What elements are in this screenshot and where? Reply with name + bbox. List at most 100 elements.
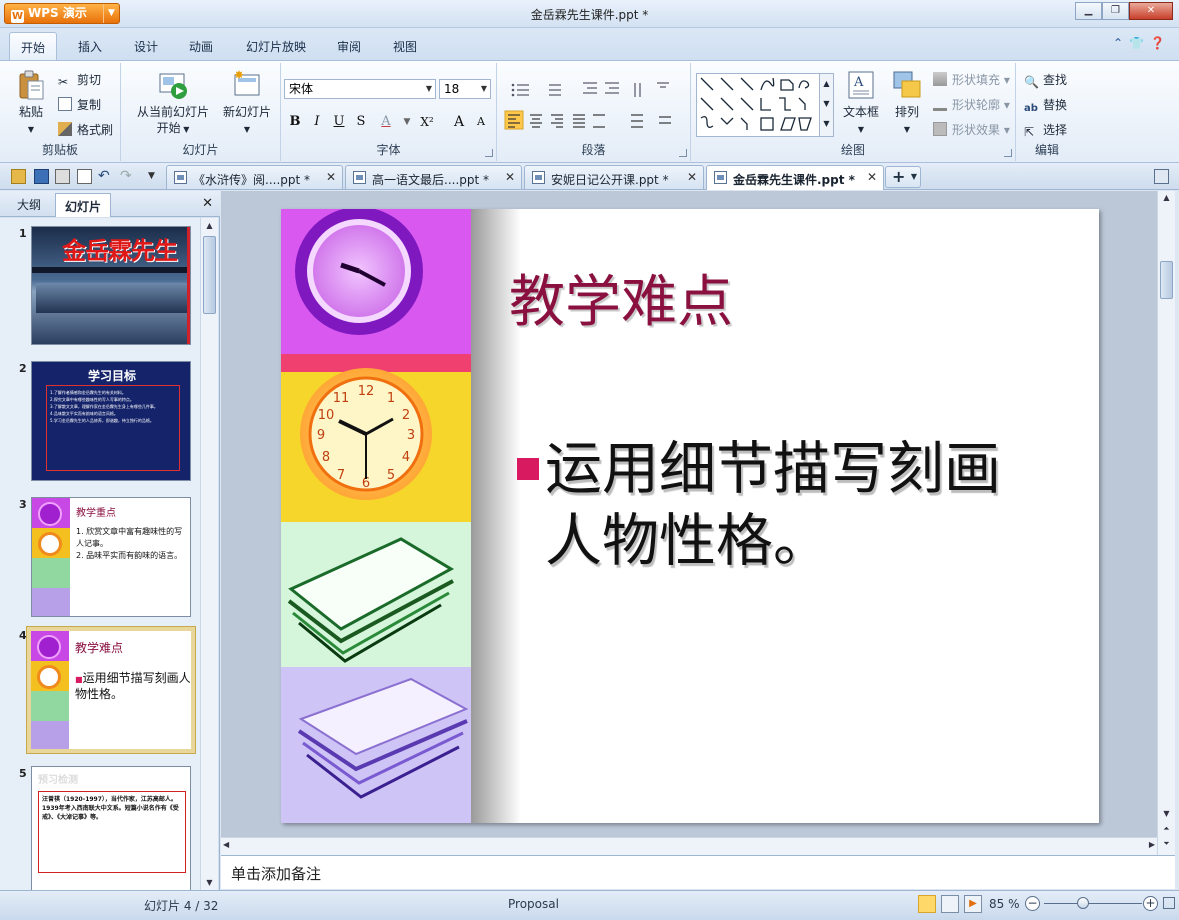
minimize-button[interactable]: ▁ <box>1075 2 1102 20</box>
maximize-button[interactable]: ❐ <box>1102 2 1129 20</box>
slide-sorter-view-icon[interactable] <box>941 895 959 913</box>
slide-thumbnail-4-selected[interactable]: 教学难点 ■运用细节描写刻画人物性格。 <box>27 627 195 753</box>
superscript-button[interactable]: X² <box>417 112 437 132</box>
drawing-dialog-launcher-icon[interactable] <box>1004 149 1012 157</box>
close-icon[interactable]: ✕ <box>326 170 336 184</box>
italic-button[interactable]: I <box>307 112 327 132</box>
copy-button[interactable]: 复制 <box>58 96 101 113</box>
copy-label: 复制 <box>77 98 102 112</box>
cut-button[interactable]: ✂ 剪切 <box>58 71 101 89</box>
close-icon[interactable]: ✕ <box>867 170 877 184</box>
font-color-button[interactable]: A <box>376 112 396 132</box>
tab-animation[interactable]: 动画 <box>189 38 213 55</box>
clocks-and-books-image: 1269 3 1245 781011 <box>281 209 471 823</box>
slideshow-view-icon[interactable]: ▶ <box>964 895 982 913</box>
ribbon: 粘贴 ▼ ✂ 剪切 复制 格式刷 剪贴板 从当前幻灯片 开始 ▼ ✸ 新幻灯片 … <box>0 60 1179 163</box>
font-size-select[interactable]: 18 ▼ <box>439 79 491 99</box>
doc-tab[interactable]: 《水浒传》阅....ppt * ✕ <box>166 165 343 189</box>
customize-toolbar-icon[interactable]: ▼ <box>148 169 163 184</box>
panel-tabs: 大纲 幻灯片 ✕ <box>0 191 220 217</box>
slide-body[interactable]: 运用细节描写刻画 人物性格。 <box>517 433 1077 577</box>
tab-slideshow[interactable]: 幻灯片放映 <box>246 38 306 55</box>
notes-pane[interactable]: 单击添加备注 <box>221 855 1175 889</box>
slide-title[interactable]: 教学难点 <box>509 257 733 338</box>
close-button[interactable]: ✕ <box>1129 2 1173 20</box>
shapes-gallery[interactable]: ▲ ▼ ▼ <box>696 73 834 137</box>
slide-thumbnail-5[interactable]: 预习检测 汪曾祺（1920-1997），当代作家，江苏高邮人。1939年考入西南… <box>31 766 191 891</box>
close-icon[interactable]: ✕ <box>505 170 515 184</box>
close-icon[interactable]: ✕ <box>202 196 213 211</box>
restore-tabs-icon[interactable] <box>1154 169 1169 184</box>
scroll-up-icon[interactable]: ▲ <box>1159 193 1174 207</box>
thumb-bullet: 运用细节描写刻画人物性格。 <box>75 671 191 701</box>
doc-tab[interactable]: 安妮日记公开课.ppt * ✕ <box>524 165 704 189</box>
tab-slides[interactable]: 幻灯片 <box>55 193 112 217</box>
scroll-thumb[interactable] <box>1160 261 1173 299</box>
tab-outline[interactable]: 大纲 <box>17 196 41 213</box>
find-button[interactable]: 🔍 查找 <box>1024 71 1067 89</box>
scroll-down-icon[interactable]: ▼ <box>1159 809 1174 823</box>
zoom-out-button[interactable]: − <box>1025 896 1040 911</box>
shape-effect-button[interactable]: 形状效果 ▾ <box>933 121 1010 138</box>
save-icon[interactable] <box>34 169 49 184</box>
shape-outline-button[interactable]: 形状轮廓 ▾ <box>933 96 1010 113</box>
vertical-scrollbar[interactable]: ▲ ▼ ⏶ ⏷ <box>1157 191 1175 855</box>
slide-thumbnail-2[interactable]: 学习目标 1.了解作者情感和金岳霖先生的有关材料。 2.探究文章中有哪些趣味性的… <box>31 361 191 481</box>
select-button[interactable]: ⇱ 选择 <box>1024 121 1067 139</box>
shrink-font-button[interactable]: A <box>471 112 491 132</box>
font-name-select[interactable]: 宋体 ▼ <box>284 79 436 99</box>
tab-insert[interactable]: 插入 <box>78 38 102 55</box>
help-icon[interactable]: ❓ <box>1150 36 1171 50</box>
scroll-thumb[interactable] <box>203 236 216 314</box>
play-from-current-button[interactable]: 从当前幻灯片 开始 ▼ <box>127 69 219 138</box>
horizontal-scrollbar[interactable]: ◀ ▶ <box>221 837 1157 855</box>
tab-home[interactable]: 开始 <box>9 32 58 60</box>
open-folder-icon[interactable] <box>11 169 26 184</box>
scroll-up-icon[interactable]: ▲ <box>202 218 217 234</box>
redo-icon[interactable]: ↷ <box>120 169 135 184</box>
bold-button[interactable]: B <box>285 112 305 132</box>
slide-thumbnail-1[interactable]: 金岳霖先生 <box>31 226 191 345</box>
scroll-right-icon[interactable]: ▶ <box>1149 840 1155 849</box>
font-dialog-launcher-icon[interactable] <box>485 149 493 157</box>
doc-tab[interactable]: 高一语文最后....ppt * ✕ <box>345 165 522 189</box>
textbox-button[interactable]: A 文本框 ▼ <box>839 69 883 138</box>
shadow-button[interactable]: S <box>351 112 371 132</box>
new-tab-button[interactable]: + ▼ <box>885 166 921 188</box>
replace-button[interactable]: ab 替换 <box>1024 96 1067 117</box>
zoom-slider-thumb[interactable] <box>1077 897 1089 909</box>
previous-slide-icon[interactable]: ⏶ <box>1159 824 1174 838</box>
grow-font-button[interactable]: A <box>449 112 469 132</box>
current-slide[interactable]: 12 6 9 3 1245 7 8 10 11 教学难点 运用细节描写刻画 人物… <box>281 209 1099 823</box>
zoom-slider-track[interactable] <box>1044 903 1142 904</box>
thumbnails-scrollbar[interactable]: ▲ ▼ <box>200 218 218 891</box>
arrange-button[interactable]: 排列 ▼ <box>885 69 929 138</box>
paragraph-dialog-launcher-icon[interactable] <box>679 149 687 157</box>
title-bar: W WPS 演示 ▼ 金岳霖先生课件.ppt * ▁ ❐ ✕ <box>0 0 1179 28</box>
textbox-label: 文本框 <box>842 105 879 119</box>
undo-icon[interactable]: ↶ <box>98 169 113 184</box>
underline-button[interactable]: U <box>329 112 349 132</box>
scroll-left-icon[interactable]: ◀ <box>223 840 229 849</box>
print-icon[interactable] <box>55 169 70 184</box>
shape-fill-button[interactable]: 形状填充 ▾ <box>933 71 1010 88</box>
gallery-scroll[interactable]: ▲ ▼ ▼ <box>819 74 833 136</box>
skin-icon[interactable]: 👕 <box>1129 36 1150 50</box>
fit-window-icon[interactable] <box>1163 897 1175 909</box>
tab-design[interactable]: 设计 <box>134 38 158 55</box>
close-icon[interactable]: ✕ <box>687 170 697 184</box>
tab-review[interactable]: 审阅 <box>337 38 361 55</box>
chevron-down-icon[interactable]: ▼ <box>397 112 417 132</box>
format-painter-button[interactable]: 格式刷 <box>58 121 113 138</box>
new-slide-button[interactable]: ✸ 新幻灯片 ▼ <box>221 69 273 138</box>
next-slide-icon[interactable]: ⏷ <box>1159 839 1174 853</box>
normal-view-icon[interactable] <box>918 895 936 913</box>
scroll-down-icon[interactable]: ▼ <box>202 875 217 891</box>
paste-button[interactable]: 粘贴 ▼ <box>8 69 54 138</box>
print-preview-icon[interactable] <box>77 169 92 184</box>
doc-tab-active[interactable]: 金岳霖先生课件.ppt * ✕ <box>706 165 884 190</box>
chevron-up-icon[interactable]: ⌃ <box>1113 36 1129 50</box>
slide-thumbnail-3[interactable]: 教学重点 1. 欣赏文章中富有趣味性的写人记事。 2. 品味平实而有韵味的语言。 <box>31 497 191 617</box>
zoom-in-button[interactable]: + <box>1143 896 1158 911</box>
tab-view[interactable]: 视图 <box>393 38 417 55</box>
